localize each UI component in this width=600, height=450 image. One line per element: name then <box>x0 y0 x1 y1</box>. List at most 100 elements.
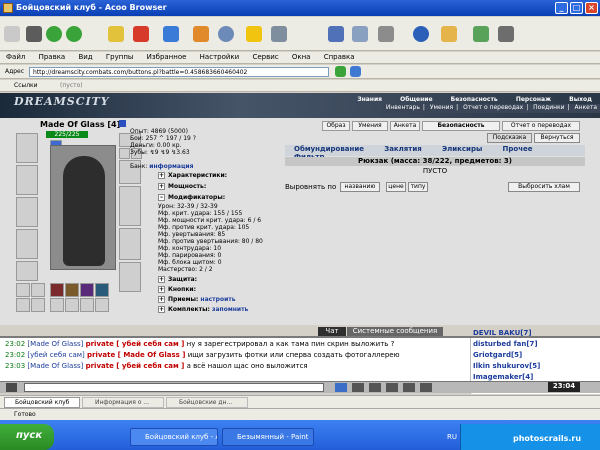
address-input[interactable]: http://dreamscity.combats.com/buttons.pl… <box>29 67 329 77</box>
armor-slot[interactable] <box>16 229 38 259</box>
sort-type-button[interactable]: типу <box>408 182 428 192</box>
sort-name-button[interactable]: названию <box>340 182 380 192</box>
rune-slot-1[interactable] <box>50 283 64 297</box>
section-sets[interactable]: + Комплекты: запомнить <box>158 306 278 314</box>
techniques-setup-link[interactable]: настроить <box>200 296 235 303</box>
history-icon[interactable] <box>271 26 287 42</box>
task-paint[interactable]: Безымянный - Paint <box>222 428 314 446</box>
new-page-icon[interactable] <box>4 26 20 42</box>
section-modifiers[interactable]: – Модификаторы: <box>158 194 278 202</box>
bank-info-link[interactable]: информация <box>149 163 193 170</box>
menu-item-service[interactable]: Сервис <box>246 52 283 61</box>
tab-spells[interactable]: Заклятия <box>375 145 431 153</box>
nav-character[interactable]: Персонаж <box>508 96 559 103</box>
section-buttons[interactable]: + Кнопки: <box>158 286 278 294</box>
belt-slot[interactable] <box>16 261 38 281</box>
tab-elixirs[interactable]: Эликсиры <box>433 145 491 153</box>
sort-price-button[interactable]: цене <box>386 182 406 192</box>
tab-equipment[interactable]: Обмундирование <box>285 145 373 153</box>
amulet-slot[interactable] <box>16 165 38 195</box>
section-techniques[interactable]: + Приемы: настроить <box>158 296 278 304</box>
user-item[interactable]: disturbed fan[7] <box>473 340 538 348</box>
clean-icon[interactable] <box>441 26 457 42</box>
tab-fight-club[interactable]: Бойцовский клуб <box>4 397 80 408</box>
section-power[interactable]: + Мощность: <box>158 183 278 191</box>
subnav-profile[interactable]: Анкета <box>571 104 600 111</box>
home-icon[interactable] <box>193 26 209 42</box>
dropdown-icon[interactable] <box>498 26 514 42</box>
pocket-slot-2[interactable] <box>31 283 45 297</box>
rune-slot-5[interactable] <box>50 298 64 312</box>
rune-slot-4[interactable] <box>95 283 109 297</box>
profile-button[interactable]: Анкета <box>390 121 420 131</box>
maximize-button[interactable]: □ <box>570 2 583 14</box>
send-icon[interactable] <box>335 383 347 392</box>
back-icon[interactable] <box>46 26 62 42</box>
return-button[interactable]: Вернуться <box>534 133 580 143</box>
menu-item-favorites[interactable]: Избранное <box>141 52 192 61</box>
chat-tab[interactable]: Чат <box>318 327 346 336</box>
nav-knowledge[interactable]: Знания <box>349 96 390 103</box>
pocket-slot-3[interactable] <box>16 298 30 312</box>
boots-slot[interactable] <box>119 262 141 292</box>
hint-button[interactable]: Подсказка <box>487 133 532 143</box>
forward-icon[interactable] <box>66 26 82 42</box>
shield-slot[interactable] <box>119 186 141 226</box>
close-button[interactable]: × <box>585 2 598 14</box>
user-item[interactable]: Imagemaker[4] <box>473 373 533 381</box>
favorites-icon[interactable] <box>246 26 262 42</box>
subnav-battles[interactable]: Поединки <box>530 104 567 111</box>
fullscreen-icon[interactable] <box>378 26 394 42</box>
nav-security[interactable]: Безопасность <box>443 96 506 103</box>
links-label[interactable]: Ссылки <box>14 82 38 89</box>
settings-icon[interactable] <box>403 383 415 392</box>
skills-button[interactable]: Умения <box>352 121 388 131</box>
refresh-users-icon[interactable] <box>420 383 432 392</box>
ring-slot-1[interactable] <box>119 148 130 159</box>
language-indicator[interactable]: RU <box>447 433 457 441</box>
transfers-report-button[interactable]: Отчет о переводах <box>502 121 580 131</box>
clear-icon[interactable] <box>352 383 364 392</box>
rune-slot-8[interactable] <box>95 298 109 312</box>
stop-icon[interactable] <box>133 26 149 42</box>
user-item[interactable]: Ilkin shukurov[5] <box>473 362 540 370</box>
tab-other[interactable]: Прочее <box>494 145 542 153</box>
menu-item-edit[interactable]: Правка <box>33 52 71 61</box>
tab-fight-days[interactable]: Бойцовские дн... <box>166 397 248 408</box>
discard-junk-button[interactable]: Выбросить хлам <box>508 182 580 192</box>
refresh-icon[interactable] <box>163 26 179 42</box>
smiles-icon[interactable] <box>369 383 381 392</box>
pocket-slot-1[interactable] <box>16 283 30 297</box>
sets-remember-link[interactable]: запомнить <box>212 306 248 313</box>
info-icon[interactable] <box>119 120 126 127</box>
menu-item-groups[interactable]: Группы <box>100 52 139 61</box>
rune-slot-7[interactable] <box>80 298 94 312</box>
user-item[interactable]: Griotgard[5] <box>473 351 522 359</box>
rune-slot-3[interactable] <box>80 283 94 297</box>
security-button[interactable]: Безопасность <box>422 121 500 131</box>
menu-item-settings[interactable]: Настройки <box>194 52 245 61</box>
legs-slot[interactable] <box>119 228 141 260</box>
menu-item-file[interactable]: Файл <box>0 52 30 61</box>
up-icon[interactable] <box>108 26 124 42</box>
rune-slot-6[interactable] <box>65 298 79 312</box>
search-engine-icon[interactable] <box>350 66 361 77</box>
player-name[interactable]: Made Of Glass [4] <box>40 120 120 129</box>
undo-icon[interactable] <box>413 26 429 42</box>
print-icon[interactable] <box>352 26 368 42</box>
chat-input[interactable] <box>24 383 324 392</box>
system-messages-tab[interactable]: Системные сообщения <box>347 327 443 336</box>
image-button[interactable]: Образ <box>322 121 350 131</box>
filter-icon[interactable] <box>386 383 398 392</box>
subnav-skills[interactable]: Умения <box>427 104 456 111</box>
menu-item-help[interactable]: Справка <box>318 52 360 61</box>
nav-communication[interactable]: Общение <box>392 96 440 103</box>
nav-exit[interactable]: Выход <box>561 96 600 103</box>
subnav-inventory[interactable]: Инвентарь <box>383 104 423 111</box>
helmet-slot[interactable] <box>16 133 38 163</box>
rune-slot-2[interactable] <box>65 283 79 297</box>
start-button[interactable]: пуск <box>0 424 54 450</box>
user-item[interactable]: DEVIL BAKU[7] <box>473 329 532 337</box>
weapon-slot[interactable] <box>16 197 38 227</box>
menu-item-view[interactable]: Вид <box>72 52 97 61</box>
